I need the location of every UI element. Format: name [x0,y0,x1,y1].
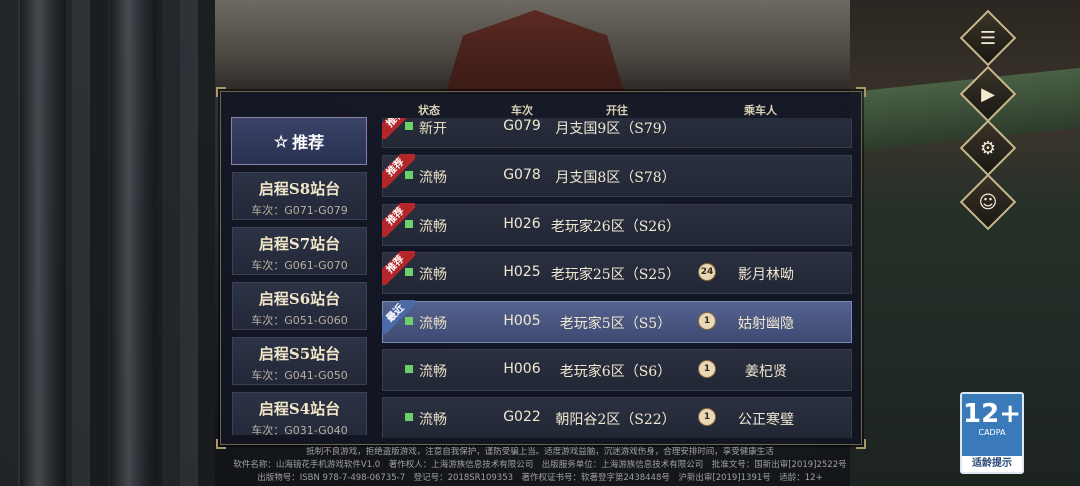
server-list: 推荐 新开 G079 月支国9区（S79） 推荐 流畅 G078 月支国8区（S… [382,118,852,438]
character-level-badge: 24 [698,263,716,281]
tab-s7[interactable]: 启程S7站台 车次：G061-G070 [232,227,367,275]
tab-recommend-label: 推荐 [292,133,325,152]
legal-footer: 抵制不良游戏，拒绝盗版游戏，注意自我保护，谨防受骗上当。适度游戏益脑，沉迷游戏伤… [0,446,1080,485]
header-status: 状态 [418,104,440,117]
server-row[interactable]: 推荐 流畅 G078 月支国8区（S78） [382,154,852,197]
server-name: 老玩家26区（S26） [550,219,681,235]
server-row[interactable]: 推荐 新开 G079 月支国9区（S79） [382,118,852,148]
tab-s6[interactable]: 启程S6站台 车次：G051-G060 [232,282,367,330]
video-icon: ▶ [981,83,995,105]
tab-range: 车次：G051-G060 [251,314,348,327]
star-icon: ☆ [273,131,289,151]
settings-icon: ⚙ [979,137,997,159]
character-name: 姜杞贤 [745,364,787,380]
background-left-architecture [0,0,215,486]
server-row[interactable]: 流畅 H006 老玩家6区（S6） 1 姜杞贤 [382,349,852,391]
character-level-badge: 1 [698,312,716,330]
tab-range: 车次：G071-G079 [251,204,348,217]
server-status: 流畅 [419,316,447,332]
header-player: 乘车人 [744,104,777,117]
green-roof [850,67,1080,153]
server-status: 流畅 [419,170,447,186]
server-name: 老玩家25区（S25） [550,267,681,283]
tab-s5[interactable]: 启程S5站台 车次：G041-G050 [232,337,367,385]
header-code: 车次 [511,104,533,117]
status-dot [405,220,413,228]
status-dot [405,365,413,373]
tab-title: 启程S7站台 [258,235,341,253]
character-level-badge: 1 [698,408,716,426]
account-icon: ☺ [978,191,998,213]
server-name: 月支国8区（S78） [555,170,676,186]
server-name: 老玩家5区（S5） [559,316,672,332]
tab-recommend[interactable]: ☆ 推荐 [231,117,367,165]
tab-s8[interactable]: 启程S8站台 车次：G071-G079 [232,172,367,220]
tab-title: 启程S8站台 [258,180,341,198]
list-icon: ☰ [979,27,997,49]
character-name: 影月林呦 [738,267,794,283]
footer-line: 出版物号：ISBN 978-7-498-06735-7 登记号：2018SR10… [257,473,823,483]
tab-range: 车次：G031-G040 [251,424,348,435]
server-row-selected[interactable]: 最近 流畅 H005 老玩家5区（S5） 1 姑射幽隐 [382,300,852,343]
tab-title: 启程S6站台 [258,290,341,308]
character-level-badge: 1 [698,360,716,378]
server-status: 新开 [419,121,447,137]
tab-title: 启程S5站台 [258,345,341,363]
server-status: 流畅 [419,412,447,428]
tab-range: 车次：G041-G050 [251,369,348,382]
server-select-panel: ☆ 推荐 启程S8站台 车次：G071-G079 启程S7站台 车次：G061-… [216,87,866,449]
server-list-header: 状态 车次 开往 乘车人 [382,99,852,119]
temple-roof [445,10,625,95]
server-name: 朝阳谷2区（S22） [555,412,676,428]
platform-tabs: ☆ 推荐 启程S8站台 车次：G071-G079 启程S7站台 车次：G061-… [231,117,367,435]
age-rating-number: 12+ [963,399,1021,429]
server-row[interactable]: 推荐 流畅 H026 老玩家26区（S26） [382,203,852,246]
server-row[interactable]: 推荐 流畅 H025 老玩家25区（S25） 24 影月林呦 [382,251,852,294]
server-row[interactable]: 流畅 G022 朝阳谷2区（S22） 1 公正寒璧 [382,397,852,438]
status-dot [405,122,413,130]
status-dot [405,268,413,276]
stone-pillar [110,0,156,486]
server-name: 月支国9区（S79） [555,121,676,137]
background-top-architecture [215,0,850,95]
stone-pillar [20,0,66,486]
status-dot [405,171,413,179]
character-name: 公正寒璧 [738,412,794,428]
age-rating-org: CADPA [978,428,1006,437]
server-name: 老玩家6区（S6） [559,364,672,380]
tab-s4[interactable]: 启程S4站台 车次：G031-G040 [232,392,367,435]
tab-range: 车次：G061-G070 [251,259,348,272]
character-name: 姑射幽隐 [738,316,794,332]
footer-line: 抵制不良游戏，拒绝盗版游戏，注意自我保护，谨防受骗上当。适度游戏益脑，沉迷游戏伤… [306,447,774,457]
footer-line: 软件名称：山海镜花手机游戏软件V1.0 著作权人：上海游族信息技术有限公司 出版… [233,460,847,470]
server-status: 流畅 [419,219,447,235]
status-dot [405,413,413,421]
server-status: 流畅 [419,364,447,380]
server-status: 流畅 [419,267,447,283]
status-dot [405,317,413,325]
tab-title: 启程S4站台 [258,400,341,418]
header-dest: 开往 [606,104,628,117]
